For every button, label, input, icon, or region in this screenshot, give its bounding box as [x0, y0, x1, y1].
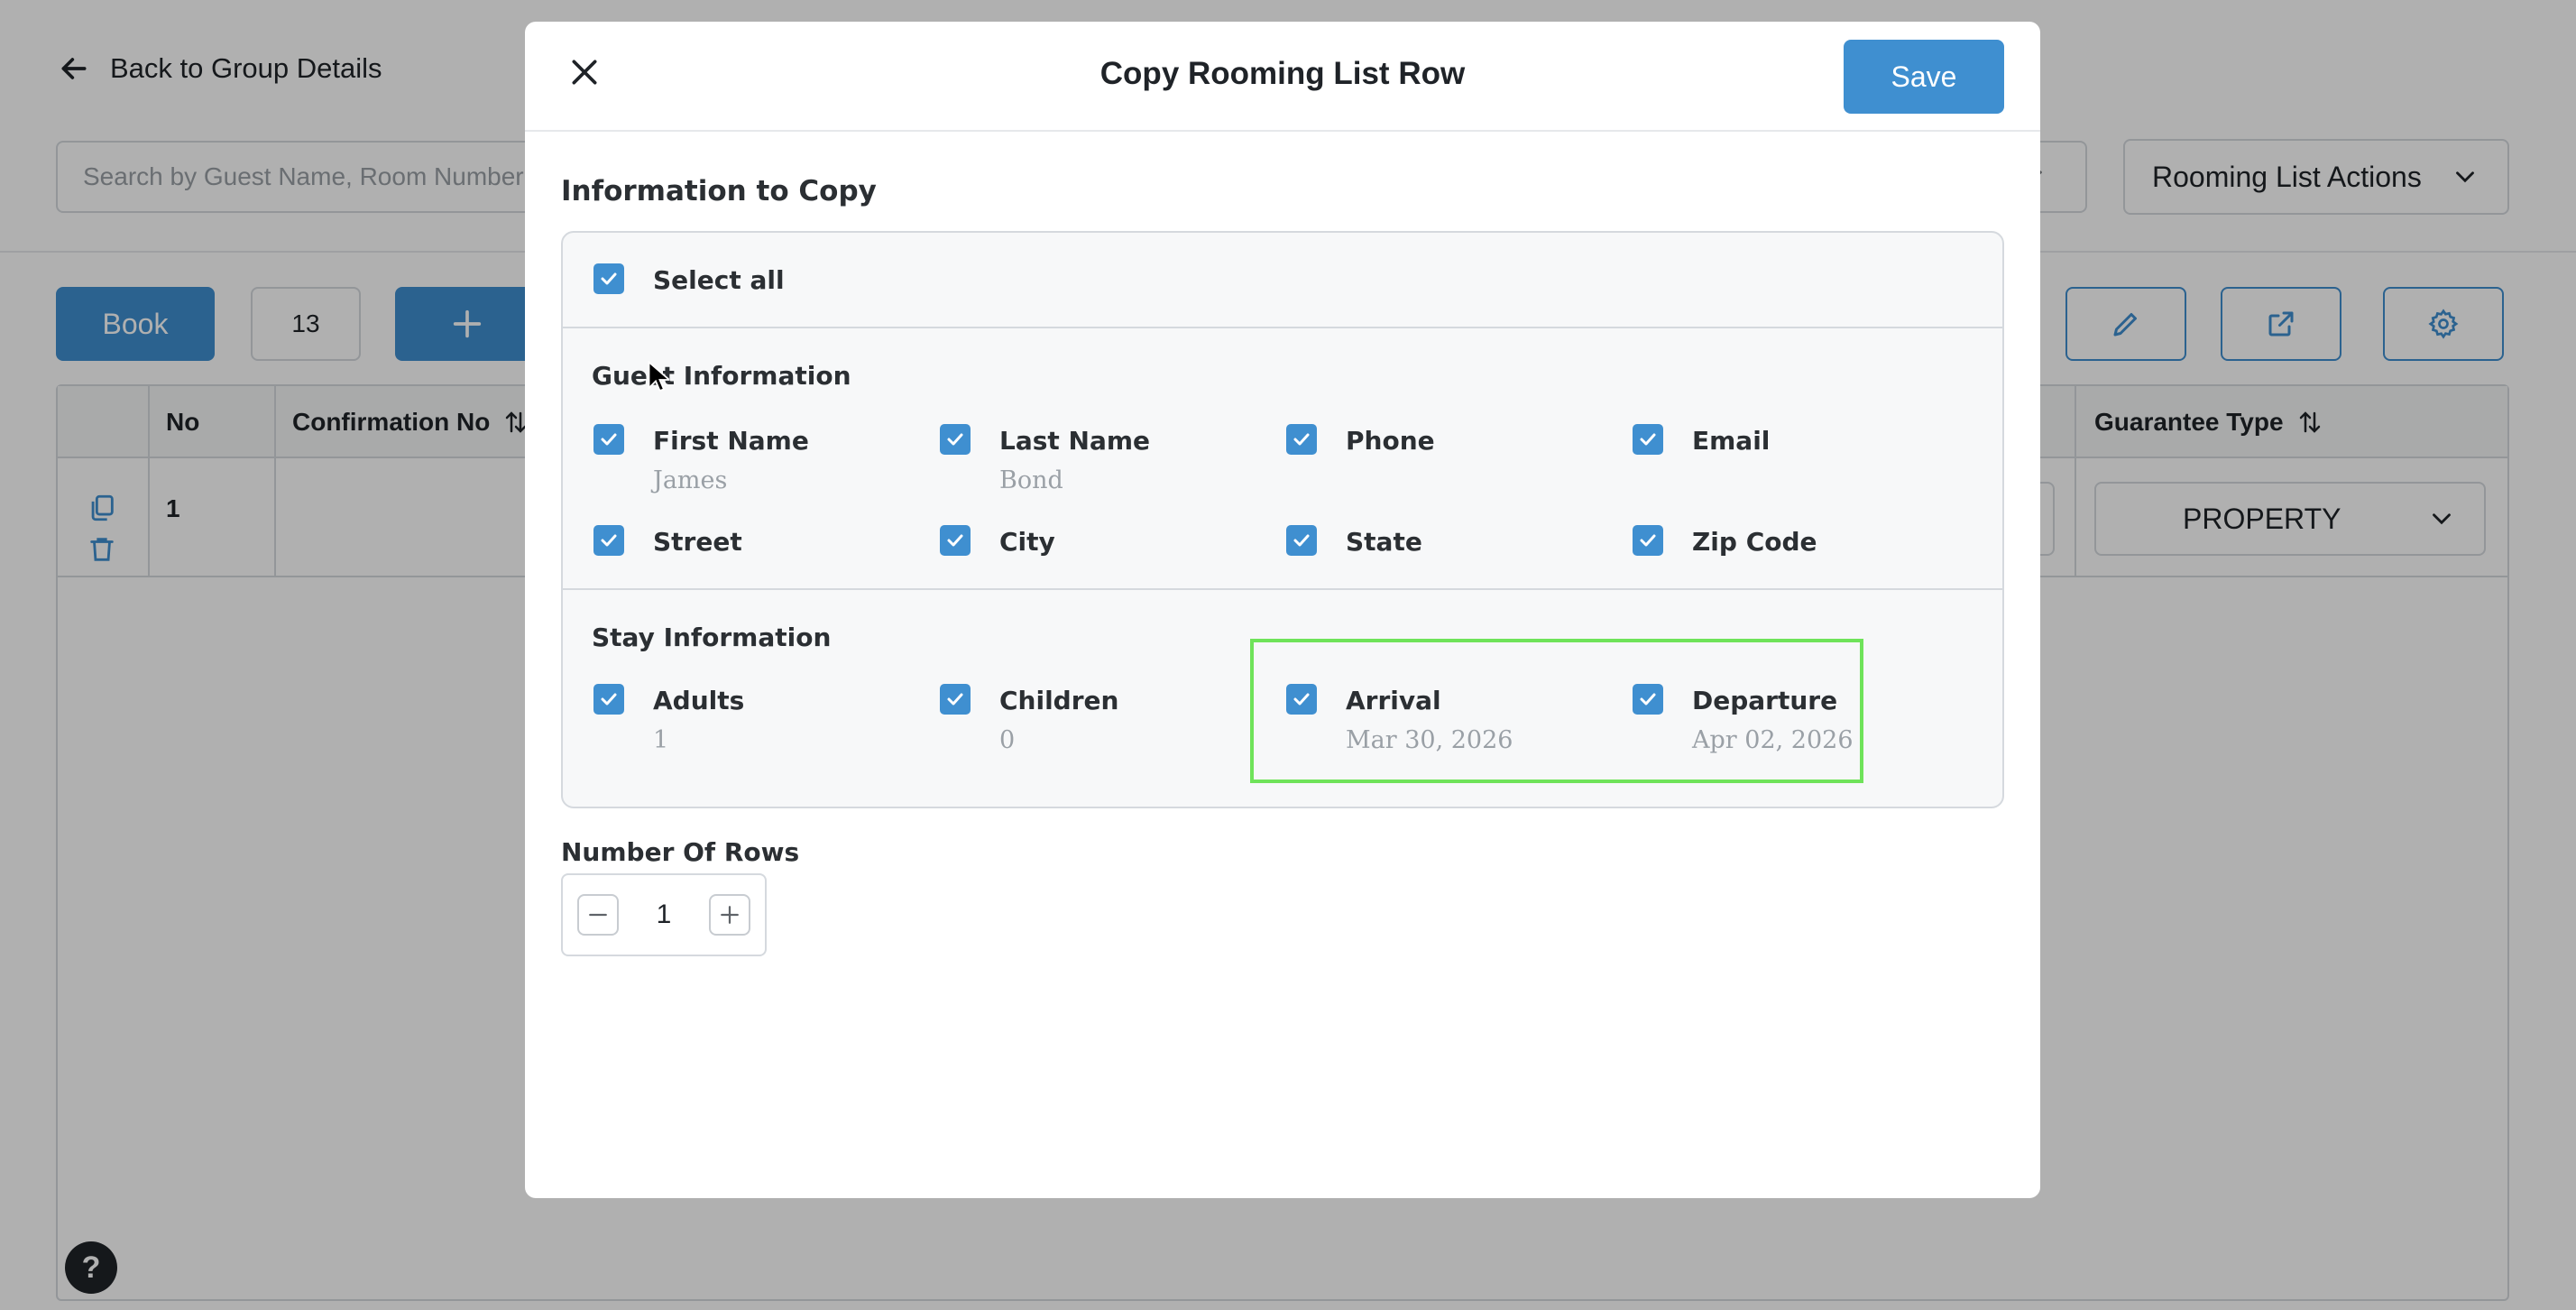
checkbox-checked[interactable]	[1633, 525, 1663, 556]
modal-title: Copy Rooming List Row	[1099, 56, 1466, 91]
check-icon	[1640, 433, 1656, 446]
copy-rooming-list-row-modal: Copy Rooming List Row Save Information t…	[525, 22, 2040, 1198]
number-of-rows-stepper[interactable]: 1	[561, 873, 767, 956]
field-label: Adults	[653, 686, 745, 715]
mouse-cursor-icon	[648, 361, 669, 392]
modal-header: Copy Rooming List Row Save	[525, 22, 2040, 132]
minus-icon	[589, 913, 607, 917]
checkbox-checked[interactable]	[1633, 424, 1663, 455]
select-all-checkbox[interactable]: Select all	[593, 263, 785, 295]
last-name-checkbox[interactable]: Last Name Bond	[940, 424, 1151, 494]
guest-information-title: Guest Information	[592, 361, 851, 391]
children-checkbox[interactable]: Children 0	[940, 684, 1119, 754]
plus-icon	[721, 906, 739, 924]
checkbox-checked[interactable]	[593, 263, 624, 294]
field-label: Street	[653, 527, 742, 557]
check-icon	[601, 433, 617, 446]
checkbox-checked[interactable]	[940, 424, 971, 455]
checkbox-checked[interactable]	[593, 684, 624, 715]
checkbox-checked[interactable]	[593, 525, 624, 556]
select-all-label: Select all	[653, 265, 785, 295]
check-icon	[947, 693, 963, 706]
first-name-checkbox[interactable]: First Name James	[593, 424, 809, 494]
checkbox-checked[interactable]	[593, 424, 624, 455]
save-button[interactable]: Save	[1844, 40, 2004, 114]
checkbox-checked[interactable]	[940, 525, 971, 556]
field-label: First Name	[653, 426, 809, 456]
check-icon	[1293, 534, 1310, 547]
divider	[563, 588, 2002, 590]
checkbox-checked[interactable]	[1286, 525, 1317, 556]
check-icon	[1640, 534, 1656, 547]
city-checkbox[interactable]: City	[940, 525, 1055, 557]
adults-checkbox[interactable]: Adults 1	[593, 684, 745, 754]
field-value: 0	[999, 726, 1016, 754]
checkbox-checked[interactable]	[1286, 424, 1317, 455]
decrement-button[interactable]	[577, 894, 619, 936]
field-value: 1	[653, 726, 669, 754]
phone-checkbox[interactable]: Phone	[1286, 424, 1435, 456]
field-value: James	[653, 466, 728, 494]
check-icon	[1293, 433, 1310, 446]
check-icon	[947, 534, 963, 547]
field-label: Phone	[1346, 426, 1435, 456]
check-icon	[601, 272, 617, 285]
divider	[563, 327, 2002, 328]
check-icon	[601, 693, 617, 706]
field-label: Children	[999, 686, 1119, 715]
field-value: Bond	[999, 466, 1063, 494]
number-of-rows-label: Number Of Rows	[561, 837, 800, 867]
email-checkbox[interactable]: Email	[1633, 424, 1771, 456]
street-checkbox[interactable]: Street	[593, 525, 742, 557]
zip-code-checkbox[interactable]: Zip Code	[1633, 525, 1817, 557]
field-label: Zip Code	[1692, 527, 1817, 557]
stay-information-title: Stay Information	[592, 623, 832, 652]
state-checkbox[interactable]: State	[1286, 525, 1422, 557]
information-to-copy-title: Information to Copy	[561, 175, 877, 208]
checkbox-checked[interactable]	[940, 684, 971, 715]
field-label: State	[1346, 527, 1422, 557]
check-icon	[947, 433, 963, 446]
field-label: City	[999, 527, 1055, 557]
field-label: Email	[1692, 426, 1771, 456]
increment-button[interactable]	[709, 894, 750, 936]
highlight-box	[1250, 639, 1863, 783]
field-label: Last Name	[999, 426, 1151, 456]
check-icon	[601, 534, 617, 547]
rows-value[interactable]: 1	[657, 899, 672, 930]
